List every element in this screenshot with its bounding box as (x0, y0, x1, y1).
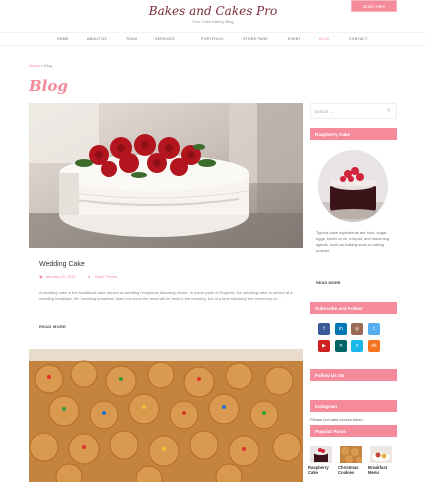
youtube-icon[interactable]: ▶ (318, 340, 330, 352)
search-icon[interactable]: ⚲ (387, 108, 391, 114)
popular-post-thumb[interactable] (310, 446, 332, 463)
popular-post-item[interactable]: Raspberry Cake (308, 446, 334, 475)
instagram-message: Please put valid access token (310, 417, 363, 422)
raspberry-description: Typical cake ingredients are flour, suga… (316, 230, 389, 253)
widget-title-subscribe: Subscribe and Follow (310, 302, 397, 314)
xing-icon[interactable]: ✕ (335, 340, 347, 352)
twitter-icon[interactable]: t (368, 323, 380, 335)
nav-item-home[interactable]: HOME (57, 37, 69, 41)
main-nav: HOME ABOUT US TEAM SERVICES PORTFOLIO ST… (0, 32, 426, 46)
breakfast-thumb (370, 446, 392, 463)
widget-title-popular: Popular Posts (310, 425, 397, 437)
nav-item-blog[interactable]: BLOG (319, 37, 330, 41)
nav-item-event[interactable]: EVENT (288, 37, 301, 41)
breadcrumb-current: Blog (44, 63, 53, 68)
nav-item-services[interactable]: SERVICES (155, 37, 175, 41)
post-excerpt: A wedding cake is the traditional cake s… (39, 290, 293, 301)
post-featured-image-2[interactable] (29, 349, 303, 482)
popular-post-title[interactable]: Breakfast Menu (368, 465, 394, 475)
widget-title-instagram: Instagram (310, 400, 397, 412)
search-input[interactable]: Search ... (310, 103, 397, 119)
odnoklassniki-icon[interactable]: ok (368, 340, 380, 352)
facebook-icon[interactable]: f (318, 323, 330, 335)
breadcrumb-home[interactable]: Home (29, 63, 40, 68)
page-title: Blog (29, 77, 68, 95)
nav-item-contact[interactable]: CONTACT (349, 37, 368, 41)
read-more-link[interactable]: READ MORE (39, 324, 66, 329)
instagram-icon[interactable]: ◎ (351, 323, 363, 335)
cookies-image (29, 349, 303, 482)
nav-item-portfolio[interactable]: PORTFOLIO (201, 37, 224, 41)
user-icon: ● (88, 274, 91, 279)
raspberry-read-more-link[interactable]: READ MORE (316, 280, 340, 285)
popular-post-item[interactable]: Breakfast Menu (368, 446, 394, 475)
nav-item-store[interactable]: STORE PAGE (243, 37, 268, 41)
post-date[interactable]: January 20, 2017 (45, 274, 76, 279)
post-featured-image[interactable] (29, 103, 303, 248)
widget-title-raspberry: Raspberry Cake (310, 128, 397, 140)
nav-item-about[interactable]: ABOUT US (87, 37, 107, 41)
linkedin-icon[interactable]: in (335, 323, 347, 335)
order-here-button[interactable]: Order Here (351, 0, 397, 12)
wedding-cake-image (29, 103, 303, 248)
cookies-thumb (340, 446, 362, 463)
site-header: Bakes and Cakes Pro Free Cake Bakery Blo… (0, 0, 426, 32)
calendar-icon: ▣ (39, 274, 43, 279)
raspberry-cake-image[interactable] (318, 150, 388, 222)
popular-post-title[interactable]: Christmas Cookies (338, 465, 364, 475)
popular-post-item[interactable]: Christmas Cookies (338, 446, 364, 475)
popular-post-thumb[interactable] (340, 446, 362, 463)
raspberry-thumb (310, 446, 332, 463)
raspberry-cake-svg (318, 150, 388, 222)
breadcrumb: Home » Blog (29, 63, 52, 68)
popular-post-thumb[interactable] (370, 446, 392, 463)
post-author[interactable]: Rara Theme (95, 274, 117, 279)
site-tagline: Free Cake Bakery Blog (192, 19, 234, 24)
popular-post-title[interactable]: Raspberry Cake (308, 465, 334, 475)
vimeo-icon[interactable]: v (351, 340, 363, 352)
post-title[interactable]: Wedding Cake (39, 261, 85, 268)
widget-title-follow: Follow Us On (310, 369, 397, 381)
nav-item-team[interactable]: TEAM (126, 37, 137, 41)
